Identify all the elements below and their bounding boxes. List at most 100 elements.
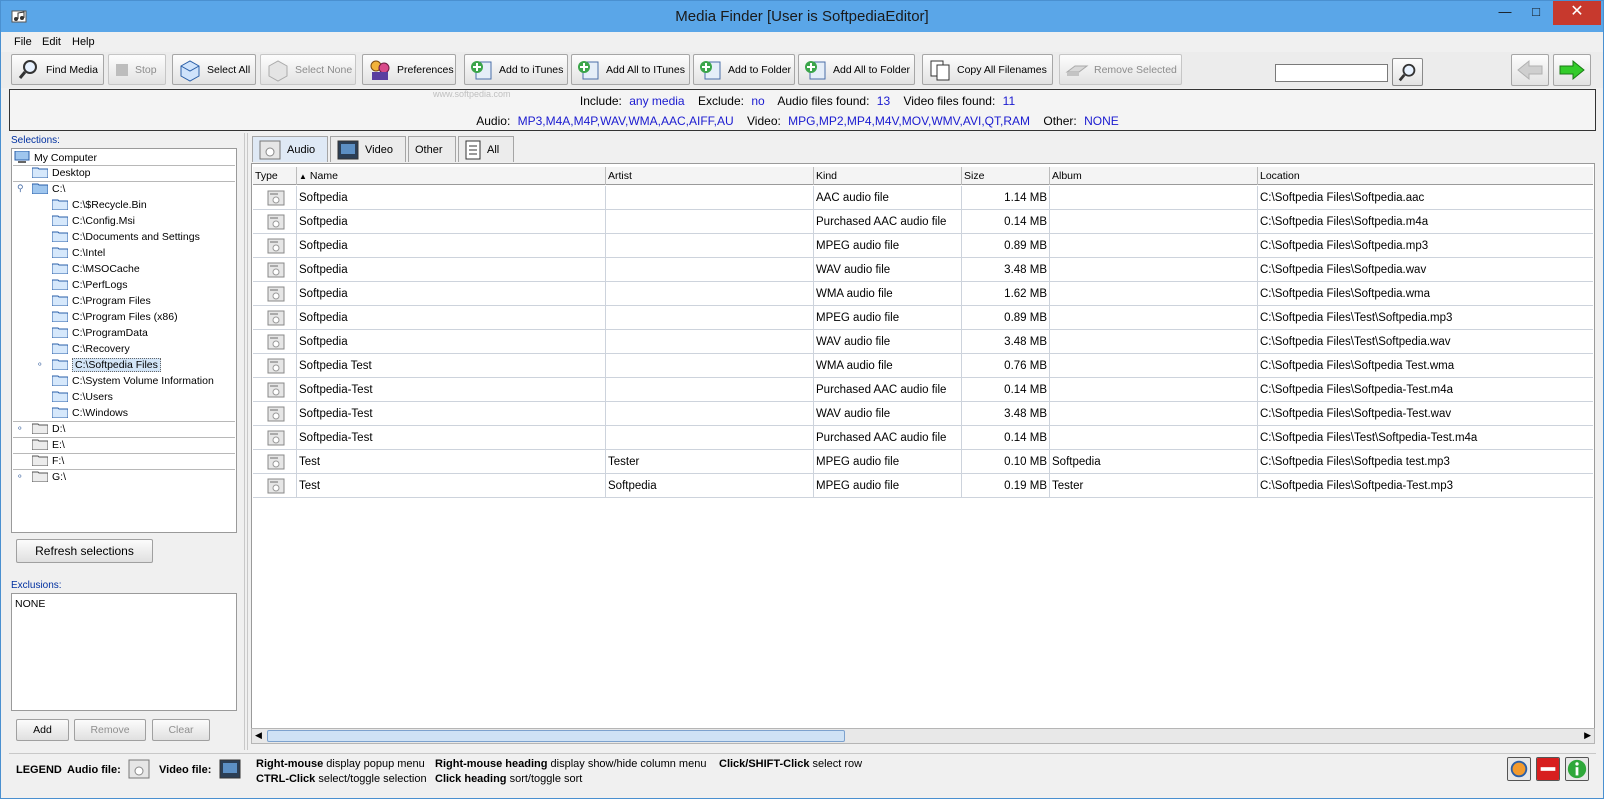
add-exclusion-button[interactable]: Add xyxy=(16,719,69,741)
column-header-album[interactable]: Album xyxy=(1050,167,1258,185)
maximize-button[interactable]: □ xyxy=(1523,1,1549,25)
location-cell: C:\Softpedia Files\Test\Softpedia-Test.m… xyxy=(1260,432,1478,444)
table-row[interactable]: Softpedia WAV audio file 3.48 MB C:\Softped… xyxy=(253,330,1593,354)
audio-types-value: MP3,M4A,M4P,WAV,WMA,AAC,AIFF,AU xyxy=(517,114,734,128)
artist-cell xyxy=(606,378,814,402)
tree-node-my-computer[interactable]: My Computer xyxy=(14,150,97,166)
tree-label: C:\ProgramData xyxy=(72,327,148,339)
location-cell: C:\Softpedia Files\Test\Softpedia.wav xyxy=(1260,336,1451,348)
column-header-size[interactable]: Size xyxy=(962,167,1050,185)
tree-node-folder[interactable]: C:\Users xyxy=(52,389,113,405)
exclusions-list[interactable]: NONE xyxy=(11,593,237,711)
scroll-left-icon[interactable]: ◀ xyxy=(255,730,262,741)
scrollbar-thumb[interactable] xyxy=(267,730,845,742)
tree-node-folder[interactable]: C:\Softpedia Files xyxy=(52,357,161,373)
tree-node-folder[interactable]: C:\Documents and Settings xyxy=(52,229,200,245)
tab-audio[interactable]: Audio xyxy=(252,136,328,162)
add-all-to-itunes-button[interactable]: Add All to ITunes xyxy=(571,54,690,85)
column-header-kind[interactable]: Kind xyxy=(814,167,962,185)
column-header-artist[interactable]: Artist xyxy=(606,167,814,185)
stop-button[interactable]: Stop xyxy=(108,54,166,85)
select-none-icon xyxy=(268,59,288,82)
tree-node-folder[interactable]: C:\Program Files (x86) xyxy=(52,309,178,325)
tree-node-folder[interactable]: C:\Config.Msi xyxy=(52,213,135,229)
select-none-button[interactable]: Select None xyxy=(260,54,356,85)
computer-icon xyxy=(14,151,30,163)
table-row[interactable]: Softpedia WAV audio file 3.48 MB C:\Softped… xyxy=(253,258,1593,282)
tree-node-folder[interactable]: C:\MSOCache xyxy=(52,261,140,277)
table-row[interactable]: Softpedia-Test Purchased AAC audio file 0.… xyxy=(253,378,1593,402)
table-row[interactable]: Softpedia Purchased AAC audio file 0.14 MB… xyxy=(253,210,1593,234)
remove-selected-button[interactable]: Remove Selected xyxy=(1059,54,1182,85)
expanded-toggle-icon[interactable]: ⚲ xyxy=(17,183,24,194)
close-button[interactable]: ✕ xyxy=(1553,1,1601,25)
collapsed-toggle-icon[interactable]: ⚬ xyxy=(16,471,24,482)
copy-all-filenames-button[interactable]: Copy All Filenames xyxy=(922,54,1053,85)
size-cell: 1.14 MB xyxy=(962,186,1050,210)
menu-help[interactable]: Help xyxy=(72,36,95,48)
search-button[interactable] xyxy=(1392,58,1423,86)
table-row[interactable]: Softpedia WMA audio file 1.62 MB C:\Softped… xyxy=(253,282,1593,306)
stop-red-icon[interactable] xyxy=(1536,757,1560,781)
tree-node-folder[interactable]: C:\System Volume Information xyxy=(52,373,214,389)
album-cell xyxy=(1050,258,1258,282)
table-row[interactable]: Softpedia MPEG audio file 0.89 MB C:\Softpe… xyxy=(253,306,1593,330)
folder-tree[interactable]: My Computer Desktop ⚲ C:\ C:\$Recycle.Bi… xyxy=(11,148,237,533)
find-media-button[interactable]: Find Media xyxy=(11,54,104,85)
add-all-to-folder-button[interactable]: Add All to Folder xyxy=(798,54,915,85)
name-cell: Softpedia-Test xyxy=(297,426,606,450)
column-header-name[interactable]: ▲ Name xyxy=(297,167,606,185)
legend-video-label: Video file: xyxy=(159,764,212,776)
column-header-type[interactable]: Type xyxy=(253,167,297,185)
tree-node-folder[interactable]: C:\Intel xyxy=(52,245,105,261)
table-row[interactable]: Softpedia MPEG audio file 0.89 MB C:\Softpe… xyxy=(253,234,1593,258)
tree-node-drive[interactable]: E:\ xyxy=(32,437,65,453)
table-row[interactable]: Softpedia-Test WAV audio file 3.48 MB C:\So… xyxy=(253,402,1593,426)
menu-file[interactable]: File xyxy=(14,36,32,48)
name-cell: Softpedia xyxy=(297,282,606,306)
tree-node-folder[interactable]: C:\ProgramData xyxy=(52,325,148,341)
table-row[interactable]: Softpedia AAC audio file 1.14 MB C:\Softped… xyxy=(253,186,1593,210)
tab-other[interactable]: Other xyxy=(408,136,456,162)
album-cell xyxy=(1050,306,1258,330)
tree-node-folder[interactable]: C:\Recovery xyxy=(52,341,130,357)
tab-video[interactable]: Video xyxy=(330,136,406,162)
table-row[interactable]: Test Tester MPEG audio file 0.10 MB Softpedi… xyxy=(253,450,1593,474)
audio-file-icon xyxy=(267,454,285,470)
tree-node-drive[interactable]: F:\ xyxy=(32,453,64,469)
table-row[interactable]: Softpedia-Test Purchased AAC audio file 0.… xyxy=(253,426,1593,450)
tree-node-folder[interactable]: C:\PerfLogs xyxy=(52,277,127,293)
add-to-folder-button[interactable]: Add to Folder xyxy=(693,54,795,85)
tree-node-drive[interactable]: G:\ xyxy=(32,469,66,485)
tree-node-desktop[interactable]: Desktop xyxy=(32,165,91,181)
tree-node-folder[interactable]: C:\$Recycle.Bin xyxy=(52,197,147,213)
column-header-location[interactable]: Location xyxy=(1258,167,1593,185)
split-pane-divider[interactable] xyxy=(244,133,248,750)
add-to-itunes-button[interactable]: Add to iTunes xyxy=(464,54,568,85)
drive-icon xyxy=(32,183,48,194)
scroll-right-icon[interactable]: ▶ xyxy=(1584,730,1591,741)
back-button[interactable] xyxy=(1511,54,1549,86)
info-icon[interactable] xyxy=(1565,757,1589,781)
clear-exclusions-button[interactable]: Clear xyxy=(152,719,210,741)
tree-node-drive[interactable]: D:\ xyxy=(32,421,65,437)
tab-all[interactable]: All xyxy=(458,136,514,162)
select-all-button[interactable]: Select All xyxy=(172,54,256,85)
forward-button[interactable] xyxy=(1553,54,1591,86)
horizontal-scrollbar[interactable]: ◀ ▶ xyxy=(251,728,1595,744)
collapsed-toggle-icon[interactable]: ⚬ xyxy=(16,423,24,434)
remove-exclusion-button[interactable]: Remove xyxy=(74,719,146,741)
tree-node-c-drive[interactable]: C:\ xyxy=(32,181,65,197)
refresh-selections-button[interactable]: Refresh selections xyxy=(16,539,153,563)
minimize-button[interactable]: — xyxy=(1493,1,1517,25)
preferences-button[interactable]: Preferences xyxy=(362,54,456,85)
tree-node-folder[interactable]: C:\Windows xyxy=(52,405,128,421)
table-row[interactable]: Test Softpedia MPEG audio file 0.19 MB Teste… xyxy=(253,474,1593,498)
tree-node-folder[interactable]: C:\Program Files xyxy=(52,293,151,309)
search-input[interactable] xyxy=(1275,64,1388,82)
legend-right-mouse-heading: Right-mouse heading display show/hide co… xyxy=(435,758,706,770)
update-globe-icon[interactable] xyxy=(1507,757,1531,781)
table-row[interactable]: Softpedia Test WMA audio file 0.76 MB C:\So… xyxy=(253,354,1593,378)
collapsed-toggle-icon[interactable]: ⚬ xyxy=(36,359,44,370)
menu-edit[interactable]: Edit xyxy=(42,36,61,48)
